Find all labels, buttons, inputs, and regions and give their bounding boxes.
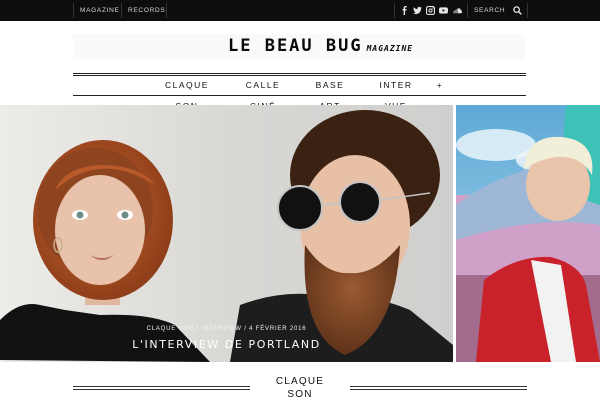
featured-photo: [0, 105, 453, 362]
nav-item-base[interactable]: BASE: [300, 80, 360, 90]
site-logo[interactable]: LE BEAU BUG MAGAZINE: [228, 36, 413, 58]
divider: [467, 3, 468, 18]
slide-photo: [456, 105, 600, 362]
section-rule-left: [73, 386, 250, 390]
search-input[interactable]: [474, 0, 508, 21]
logo-subtitle: MAGAZINE: [366, 44, 414, 53]
nav-item-claque[interactable]: CLAQUE: [157, 80, 217, 90]
topbar-link-magazine[interactable]: MAGAZINE: [80, 0, 120, 21]
section-title-line2[interactable]: SON: [259, 389, 341, 400]
nav-item-calle[interactable]: CALLE: [233, 80, 293, 90]
nav-bottom-rule: [73, 95, 526, 96]
soundcloud-icon[interactable]: [452, 5, 463, 16]
instagram-icon[interactable]: [425, 5, 436, 16]
facebook-icon[interactable]: [399, 5, 410, 16]
divider: [166, 3, 167, 18]
search-icon[interactable]: [512, 5, 523, 16]
logo-title: LE BEAU BUG: [228, 36, 363, 56]
topbar-link-records[interactable]: RECORDS: [128, 0, 165, 21]
divider: [121, 3, 122, 18]
section-title[interactable]: CLAQUE: [259, 376, 341, 388]
divider: [527, 3, 528, 18]
featured-meta[interactable]: CLAQUE SON / INTERVIEW / 4 FÉVRIER 2016: [0, 326, 453, 332]
featured-post[interactable]: CLAQUE SON / INTERVIEW / 4 FÉVRIER 2016 …: [0, 105, 453, 362]
section-rule-right: [350, 386, 527, 390]
youtube-icon[interactable]: [438, 5, 449, 16]
nav-item-more[interactable]: +: [410, 80, 470, 90]
nav-top-rule: [73, 73, 526, 74]
featured-title[interactable]: L'INTERVIEW DE PORTLAND: [0, 338, 453, 351]
top-bar: MAGAZINE RECORDS: [0, 0, 600, 21]
divider: [394, 3, 395, 18]
divider: [73, 3, 74, 18]
nav-top-rule: [73, 75, 526, 76]
slider-next-post[interactable]: [456, 105, 600, 362]
twitter-icon[interactable]: [412, 5, 423, 16]
